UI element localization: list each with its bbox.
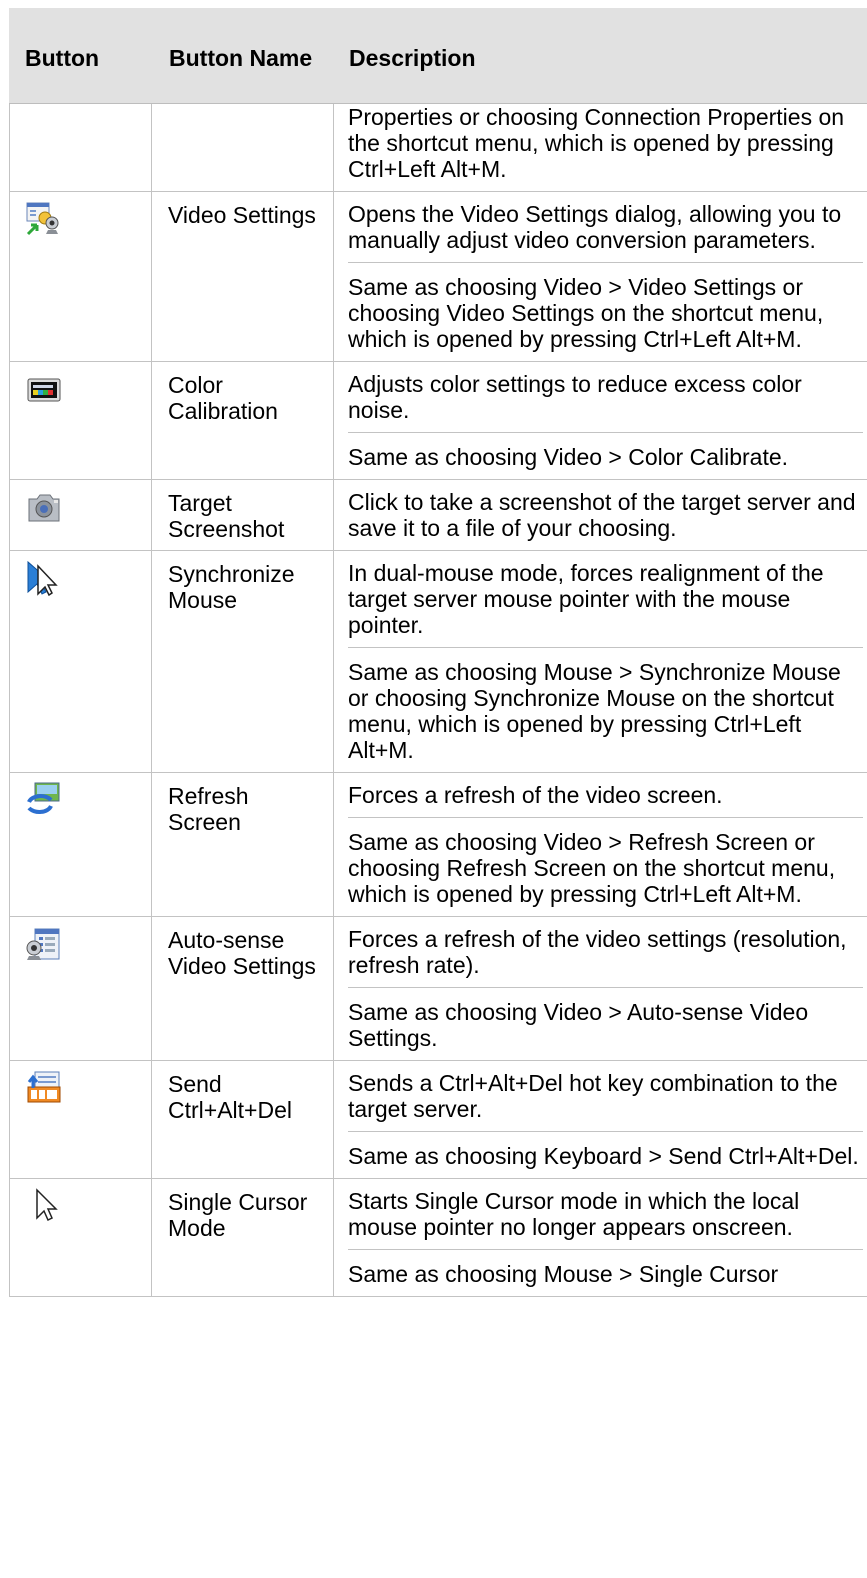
- description-paragraph: Same as choosing Mouse > Single Cursor: [348, 1249, 863, 1296]
- refresh-screen-icon: [25, 782, 63, 818]
- description-cell: Sends a Ctrl+Alt+Del hot key combination…: [334, 1061, 867, 1178]
- button-name: Refresh Screen: [168, 783, 249, 835]
- button-name: Synchronize Mouse: [168, 561, 295, 613]
- button-name-cell: Refresh Screen: [152, 773, 334, 916]
- button-cell: [9, 104, 152, 191]
- table-row: Synchronize Mouse In dual-mouse mode, for…: [9, 551, 867, 773]
- button-cell: [9, 192, 152, 361]
- button-cell: [9, 1179, 152, 1296]
- button-name: Target Screenshot: [168, 490, 285, 542]
- description-cell: Opens the Video Settings dialog, allowin…: [334, 192, 867, 361]
- table-row: Video Settings Opens the Video Settings d…: [9, 192, 867, 362]
- button-name: Color Calibration: [168, 372, 278, 424]
- description-paragraph: Same as choosing Video > Refresh Screen …: [348, 817, 863, 916]
- description-paragraph: Same as choosing Mouse > Synchronize Mou…: [348, 647, 863, 772]
- button-cell: [9, 1061, 152, 1178]
- button-name: [152, 104, 333, 114]
- button-name-cell: Color Calibration: [152, 362, 334, 479]
- table-row: Auto-sense Video Settings Forces a refres…: [9, 917, 867, 1061]
- button-cell: [9, 773, 152, 916]
- button-name-cell: Auto-sense Video Settings: [152, 917, 334, 1060]
- description-cell: Forces a refresh of the video screen. Sam…: [334, 773, 867, 916]
- video-settings-icon: [25, 201, 63, 237]
- button-cell: [9, 917, 152, 1060]
- button-name-cell: Synchronize Mouse: [152, 551, 334, 772]
- button-name: Video Settings: [168, 202, 316, 228]
- table-row: Refresh Screen Forces a refresh of the vi…: [9, 773, 867, 917]
- send-ctrl-alt-del-icon: [25, 1070, 63, 1106]
- description-cell: Forces a refresh of the video settings (…: [334, 917, 867, 1060]
- camera-icon: [25, 489, 63, 525]
- description-paragraph: Forces a refresh of the video screen.: [348, 782, 723, 808]
- table-header: Button Button Name Description: [9, 8, 867, 104]
- header-description: Description: [349, 45, 476, 71]
- description-paragraph: Sends a Ctrl+Alt+Del hot key combination…: [348, 1070, 838, 1122]
- description-cell: Click to take a screenshot of the target…: [334, 480, 867, 550]
- button-name: Auto-sense Video Settings: [168, 927, 316, 979]
- table-row: Send Ctrl+Alt+Del Sends a Ctrl+Alt+Del ho…: [9, 1061, 867, 1179]
- table-row: Target Screenshot Click to take a screens…: [9, 480, 867, 551]
- description-paragraph: Same as choosing Keyboard > Send Ctrl+Al…: [348, 1131, 863, 1178]
- header-button: Button: [25, 45, 100, 71]
- header-button-name: Button Name: [169, 45, 313, 71]
- button-name-cell: Target Screenshot: [152, 480, 334, 550]
- button-reference-table: Button Button Name Description Propertie…: [9, 8, 867, 1578]
- description-cell: Properties or choosing Connection Proper…: [334, 104, 867, 191]
- description-cell: Adjusts color settings to reduce excess …: [334, 362, 867, 479]
- auto-sense-video-icon: [25, 926, 63, 962]
- table-row: Color Calibration Adjusts color settings …: [9, 362, 867, 480]
- button-cell: [9, 480, 152, 550]
- description-paragraph: Same as choosing Video > Color Calibrate…: [348, 432, 863, 479]
- button-cell: [9, 362, 152, 479]
- description-cell: In dual-mouse mode, forces realignment o…: [334, 551, 867, 772]
- button-name: Send Ctrl+Alt+Del: [168, 1071, 292, 1123]
- description-paragraph: In dual-mouse mode, forces realignment o…: [348, 560, 824, 638]
- description-paragraph: Adjusts color settings to reduce excess …: [348, 371, 802, 423]
- description-paragraph: Click to take a screenshot of the target…: [348, 489, 856, 541]
- description-paragraph: Same as choosing Video > Video Settings …: [348, 262, 863, 361]
- button-name-cell: Video Settings: [152, 192, 334, 361]
- button-name-cell: Send Ctrl+Alt+Del: [152, 1061, 334, 1178]
- color-calibration-icon: [25, 371, 63, 407]
- description-paragraph: Forces a refresh of the video settings (…: [348, 926, 847, 978]
- button-name-cell: [152, 104, 334, 191]
- single-cursor-icon: [25, 1188, 63, 1224]
- button-cell: [9, 551, 152, 772]
- button-name: Single Cursor Mode: [168, 1189, 308, 1241]
- description-paragraph: Starts Single Cursor mode in which the l…: [348, 1188, 800, 1240]
- synchronize-mouse-icon: [25, 560, 63, 597]
- description-paragraph: Properties or choosing Connection Proper…: [348, 104, 845, 182]
- description-paragraph: Opens the Video Settings dialog, allowin…: [348, 201, 842, 253]
- button-name-cell: Single Cursor Mode: [152, 1179, 334, 1296]
- description-cell: Starts Single Cursor mode in which the l…: [334, 1179, 867, 1296]
- table-body: Properties or choosing Connection Proper…: [9, 104, 867, 1297]
- table-row: Single Cursor Mode Starts Single Cursor m…: [9, 1179, 867, 1297]
- table-row: Properties or choosing Connection Proper…: [9, 104, 867, 192]
- description-paragraph: Same as choosing Video > Auto-sense Vide…: [348, 987, 863, 1060]
